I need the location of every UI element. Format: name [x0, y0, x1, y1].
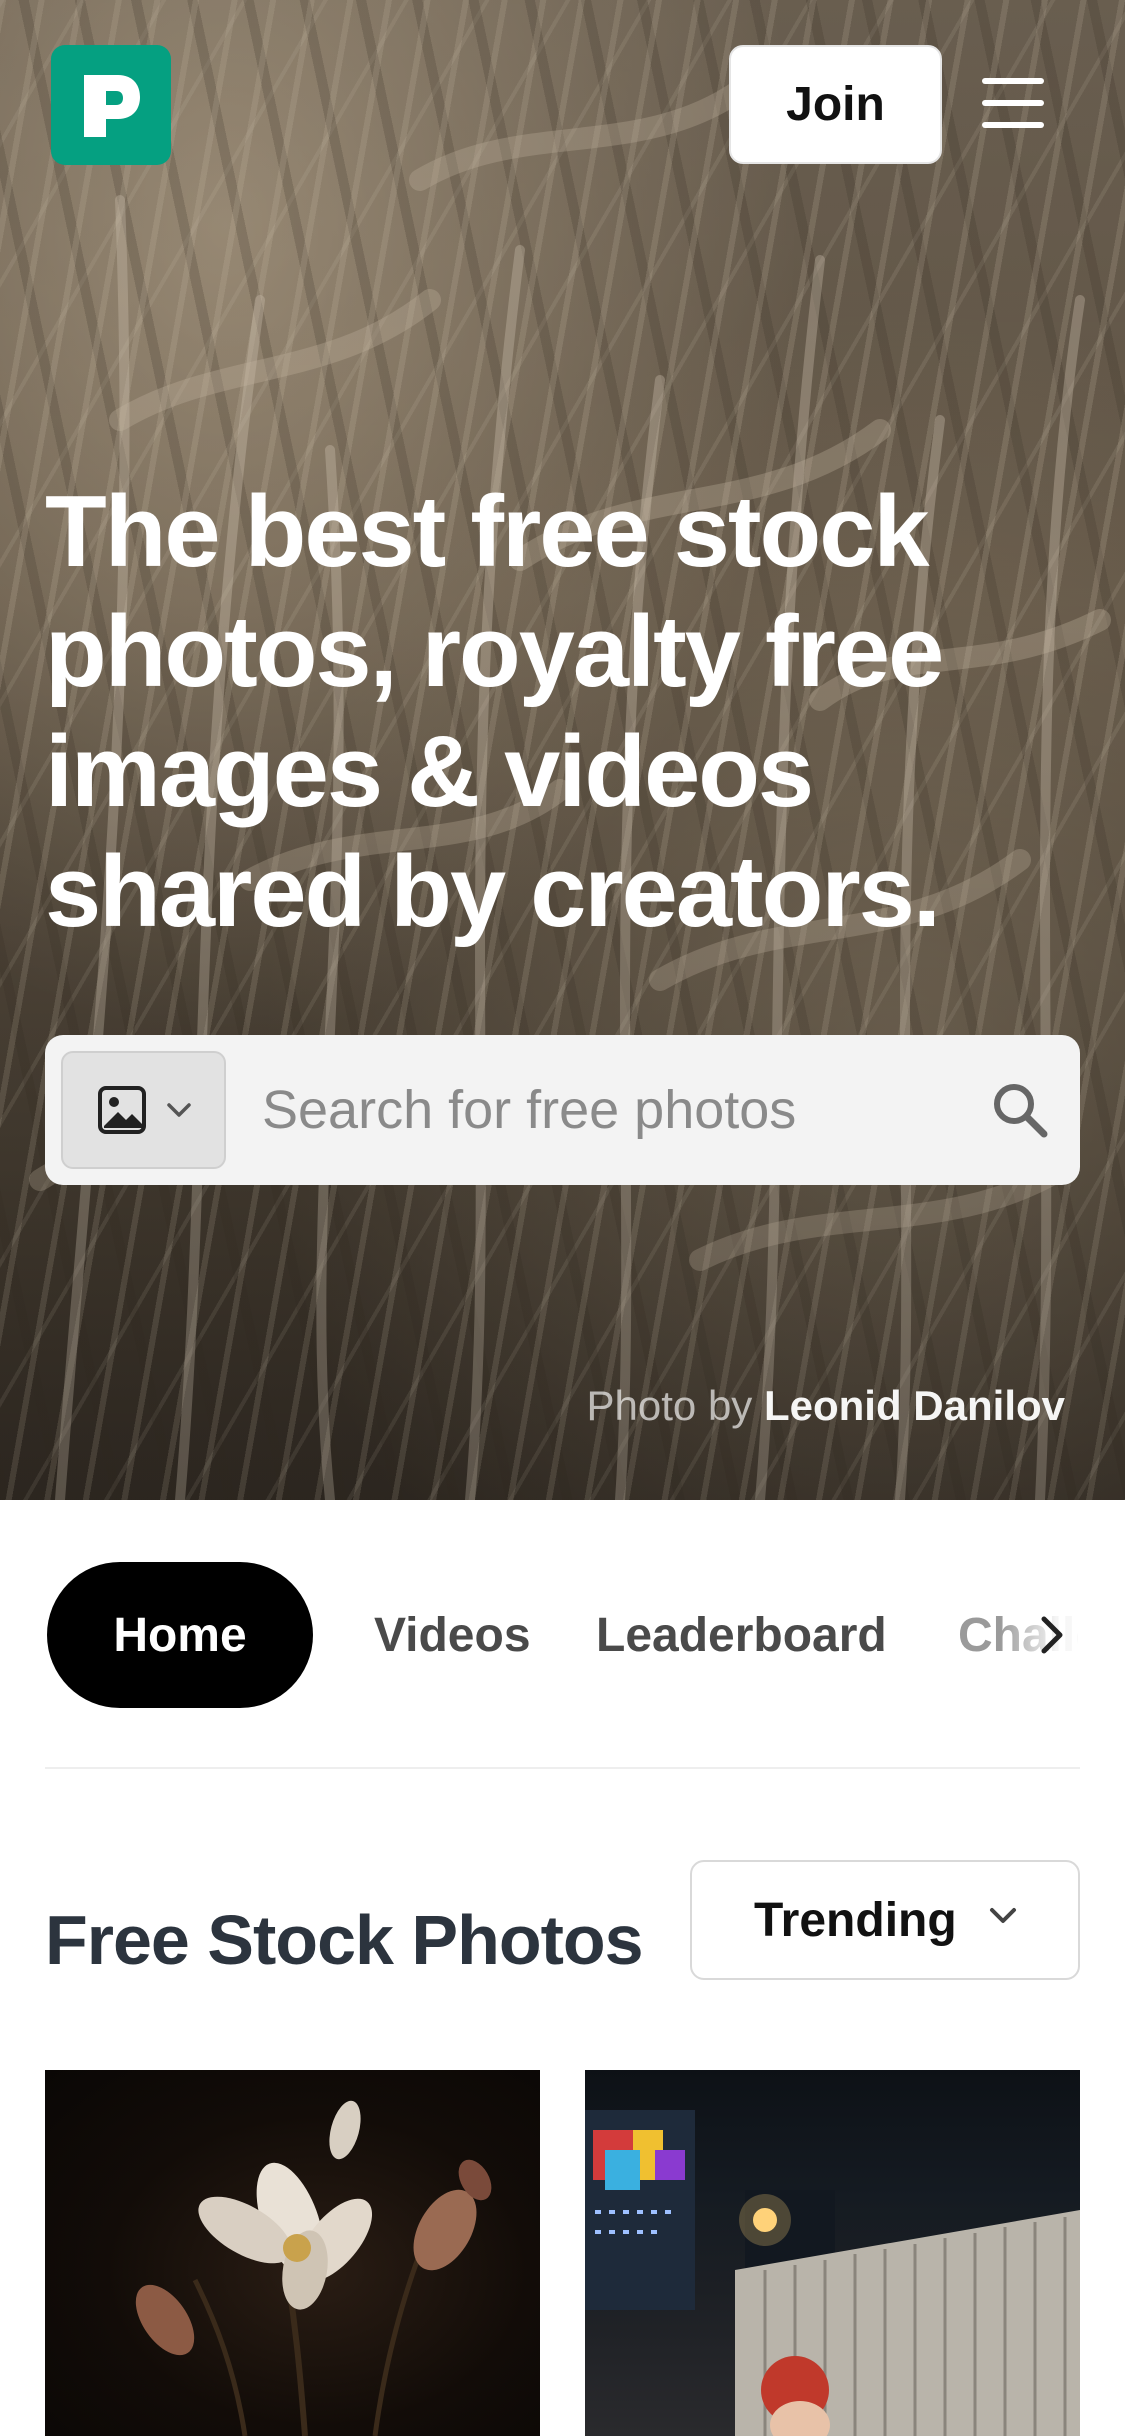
- city-night-photo: [585, 2110, 1080, 2436]
- tab-home[interactable]: Home: [47, 1562, 313, 1708]
- category-tabs: Home Videos Leaderboard Challenges: [0, 1562, 1125, 1708]
- image-icon: [97, 1086, 146, 1134]
- sort-selected-label: Trending: [754, 1893, 957, 1947]
- hero-banner: Join The best free stock photos, royalty…: [0, 0, 1125, 1500]
- search-input[interactable]: [260, 1070, 960, 1150]
- section-title: Free Stock Photos: [45, 1901, 644, 1979]
- photo-card[interactable]: [585, 2070, 1080, 2436]
- tab-videos[interactable]: Videos: [374, 1562, 531, 1708]
- search-icon[interactable]: [985, 1075, 1055, 1145]
- hero-title: The best free stock photos, royalty free…: [45, 476, 944, 948]
- logo-icon: [84, 75, 140, 137]
- tab-leaderboard[interactable]: Leaderboard: [596, 1562, 887, 1708]
- sort-dropdown[interactable]: Trending: [690, 1860, 1080, 1980]
- photo-credit-prefix: Photo by: [586, 1382, 764, 1429]
- hamburger-menu-icon[interactable]: [982, 78, 1044, 128]
- chevron-right-icon[interactable]: [1022, 1605, 1082, 1665]
- pexels-logo[interactable]: [51, 45, 171, 165]
- photo-credit: Photo by Leonid Danilov: [587, 1382, 1065, 1430]
- search-bar: [45, 1035, 1080, 1185]
- chevron-down-icon: [990, 1908, 1016, 1923]
- flower-photo: [135, 2100, 492, 2436]
- photo-credit-author-link[interactable]: Leonid Danilov: [764, 1382, 1065, 1429]
- chevron-down-icon: [166, 1103, 191, 1117]
- join-button[interactable]: Join: [729, 45, 942, 164]
- divider: [45, 1767, 1080, 1769]
- photo-card[interactable]: [45, 2070, 540, 2436]
- media-type-dropdown[interactable]: [61, 1051, 226, 1169]
